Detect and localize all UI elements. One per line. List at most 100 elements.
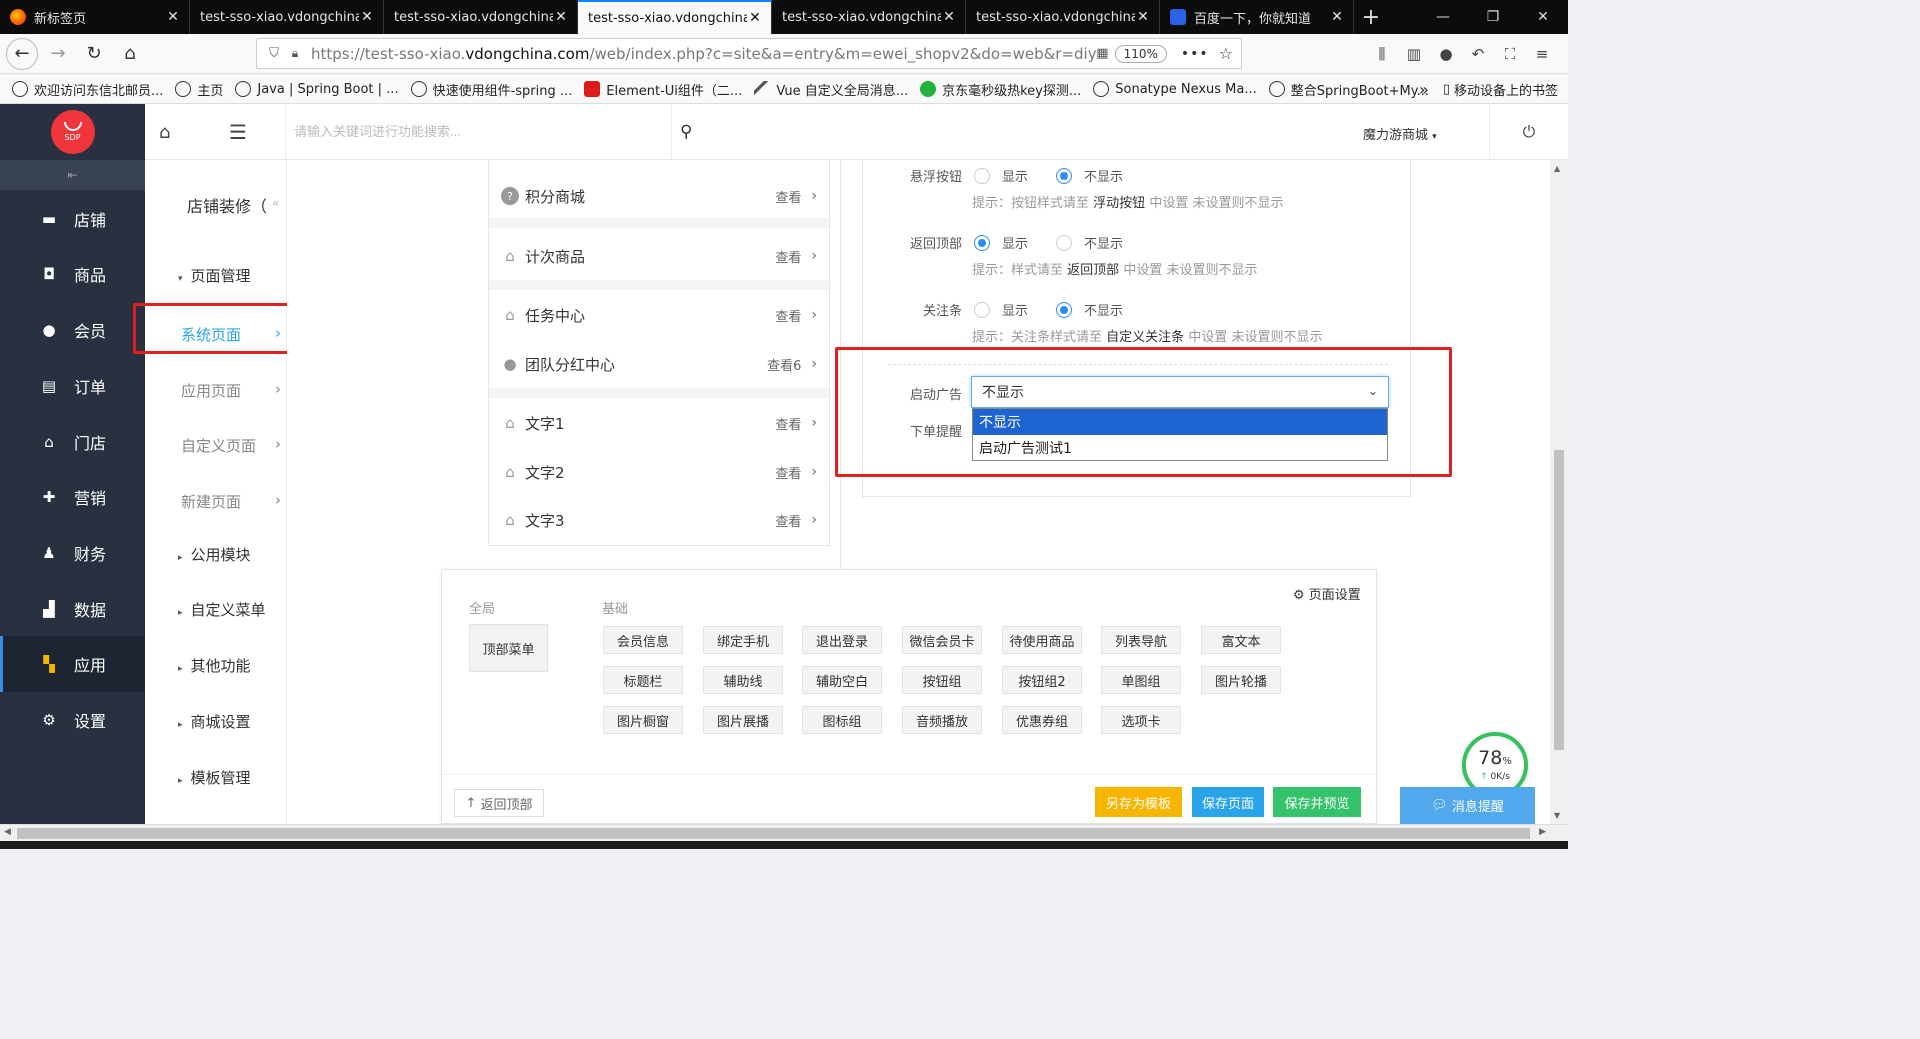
bookmark-item[interactable]: 主页 <box>175 80 223 99</box>
new-tab-button[interactable]: + <box>1354 0 1388 34</box>
scroll-right-icon[interactable]: ▶ <box>1539 827 1546 837</box>
mobile-bookmarks[interactable]: 移动设备上的书签 <box>1454 80 1558 99</box>
message-reminder-button[interactable]: 💬︎ 消息提醒 <box>1400 787 1535 824</box>
shop-switcher[interactable]: 魔力游商城 ▾ <box>1363 124 1437 143</box>
widget-button[interactable]: 辅助空白 <box>802 666 882 694</box>
lock-icon[interactable]: 🔒︎ <box>285 46 305 61</box>
sidebar-item-marketing[interactable]: ✚ 营销 <box>0 469 145 525</box>
browser-tab[interactable]: test-sso-xiao.vdongchina.c ✕ <box>190 0 384 34</box>
widget-button[interactable]: 标题栏 <box>603 666 683 694</box>
horizontal-scrollbar[interactable]: ◀ ▶ <box>0 824 1568 841</box>
back-to-top-button[interactable]: ↑ 返回顶部 <box>454 789 544 817</box>
nav-group-mall-settings[interactable]: ▸ 商城设置 <box>178 711 251 732</box>
browser-tab[interactable]: test-sso-xiao.vdongchina.c ✕ <box>384 0 578 34</box>
sidebar-item-shop[interactable]: ⌂ 门店 <box>0 414 145 470</box>
radio-show[interactable] <box>974 234 990 251</box>
scroll-left-icon[interactable]: ◀ <box>4 827 11 837</box>
widget-button[interactable]: 待使用商品 <box>1002 626 1082 654</box>
list-item[interactable]: ⌂ 文字3 查看 › <box>489 498 829 542</box>
forward-button[interactable]: → <box>42 38 74 70</box>
home-icon[interactable]: ⌂ <box>159 122 170 143</box>
browser-tab-active[interactable]: test-sso-xiao.vdongchina.c ✕ <box>578 0 772 34</box>
widget-button[interactable]: 优惠券组 <box>1002 706 1082 734</box>
close-icon[interactable]: ✕ <box>747 10 763 26</box>
library-icon[interactable]: ⫼ <box>1366 38 1398 70</box>
chevron-right-icon[interactable]: » <box>1419 80 1429 99</box>
widget-button[interactable]: 按钮组2 <box>1002 666 1082 694</box>
page-setting-button[interactable]: ⚙ 页面设置 <box>1293 584 1361 603</box>
widget-button[interactable]: 顶部菜单 <box>469 624 548 672</box>
reload-button[interactable]: ↻ <box>78 38 110 70</box>
crop-icon[interactable]: ⛶ <box>1494 38 1526 70</box>
undo-icon[interactable]: ↶ <box>1462 38 1494 70</box>
hamburger-menu-icon[interactable]: ☰ <box>229 120 247 144</box>
bookmark-item[interactable]: 京东毫秒级热key探测... <box>920 80 1081 99</box>
close-window-icon[interactable]: ✕ <box>1518 0 1568 34</box>
sidebar-item-settings[interactable]: ⚙ 设置 <box>0 692 145 748</box>
logout-icon[interactable]: ⏻ <box>1489 104 1568 160</box>
widget-button[interactable]: 图标组 <box>802 706 882 734</box>
widget-button[interactable]: 退出登录 <box>802 626 882 654</box>
nav-item-custom-pages[interactable]: 自定义页面 › <box>181 435 281 456</box>
url-text[interactable]: https://test-sso-xiao.vdongchina.com/web… <box>311 45 1096 63</box>
sidebar-icon[interactable]: ▥ <box>1398 38 1430 70</box>
save-and-preview-button[interactable]: 保存并预览 <box>1273 787 1361 817</box>
radio-hide[interactable] <box>1056 234 1073 251</box>
list-item[interactable]: ? 积分商城 查看 › <box>489 174 829 218</box>
zoom-level[interactable]: 110% <box>1114 44 1167 63</box>
shield-icon[interactable]: ⛉ <box>263 46 285 61</box>
sidebar-item-apps[interactable]: ▚ 应用 <box>0 636 145 692</box>
scrollbar-thumb[interactable] <box>1554 450 1564 750</box>
list-item[interactable]: ● 团队分红中心 查看6 › <box>489 342 829 386</box>
browser-tab[interactable]: 百度一下，你就知道 ✕ <box>1160 0 1354 34</box>
sidebar-item-order[interactable]: ▤ 订单 <box>0 358 145 414</box>
sidebar-item-goods[interactable]: ◘ 商品 <box>0 246 145 302</box>
browser-tab[interactable]: test-sso-xiao.vdongchina.c ✕ <box>772 0 966 34</box>
nav-group-other-functions[interactable]: ▸ 其他功能 <box>178 655 251 676</box>
home-button[interactable]: ⌂ <box>114 38 146 70</box>
search-input[interactable] <box>286 104 666 158</box>
save-page-button[interactable]: 保存页面 <box>1192 787 1264 817</box>
page-actions-icon[interactable]: ••• <box>1181 46 1209 62</box>
close-icon[interactable]: ✕ <box>359 9 375 25</box>
nav-group-template-management[interactable]: ▸ 模板管理 <box>178 767 251 788</box>
account-icon[interactable]: ● <box>1430 38 1462 70</box>
bookmark-item[interactable]: Vue 自定义全局消息... <box>754 80 908 99</box>
scroll-down-icon[interactable]: ▼ <box>1554 811 1560 820</box>
search-icon[interactable]: ⚲ <box>680 122 692 142</box>
browser-tab[interactable]: 新标签页 ✕ <box>0 0 190 34</box>
widget-button[interactable]: 列表导航 <box>1101 626 1181 654</box>
close-icon[interactable]: ✕ <box>553 9 569 25</box>
collapse-sidebar-icon[interactable]: ⇤ <box>0 160 145 190</box>
widget-button[interactable]: 按钮组 <box>902 666 982 694</box>
list-item[interactable]: ⌂ 文字1 查看 › <box>489 401 829 445</box>
nav-item-new-page[interactable]: 新建页面 › <box>181 491 281 512</box>
scroll-up-icon[interactable]: ▲ <box>1554 164 1560 173</box>
widget-button[interactable]: 单图组 <box>1101 666 1181 694</box>
radio-show[interactable] <box>974 167 990 184</box>
save-as-template-button[interactable]: 另存为模板 <box>1095 787 1182 817</box>
widget-button[interactable]: 会员信息 <box>603 626 683 654</box>
bookmark-item[interactable]: 快速使用组件-spring ... <box>410 80 572 99</box>
list-item[interactable]: ⌂ 计次商品 查看 › <box>489 234 829 278</box>
widget-button[interactable]: 音频播放 <box>902 706 982 734</box>
sidebar-item-data[interactable]: ▟ 数据 <box>0 581 145 637</box>
radio-show[interactable] <box>974 301 990 318</box>
menu-icon[interactable]: ≡ <box>1526 38 1558 70</box>
nav-item-app-pages[interactable]: 应用页面 › <box>181 380 281 401</box>
nav-group-custom-menu[interactable]: ▸ 自定义菜单 <box>178 599 266 620</box>
sidebar-item-finance[interactable]: ♟ 财务 <box>0 525 145 581</box>
bookmark-item[interactable]: 整合SpringBoot+My... <box>1268 80 1429 99</box>
nav-group-page-management[interactable]: ▾ 页面管理 <box>178 265 251 286</box>
bookmark-item[interactable]: 欢迎访问东信北邮员... <box>12 80 163 99</box>
list-item[interactable]: ⌂ 文字2 查看 › <box>489 450 829 494</box>
widget-button[interactable]: 选项卡 <box>1101 706 1181 734</box>
list-item[interactable]: ⌂ 任务中心 查看 › <box>489 293 829 337</box>
radio-hide[interactable] <box>1056 167 1073 184</box>
restore-icon[interactable]: ❐ <box>1468 0 1518 34</box>
close-icon[interactable]: ✕ <box>1135 9 1151 25</box>
bookmark-star-icon[interactable]: ☆ <box>1219 44 1233 63</box>
vertical-scrollbar[interactable]: ▲ ▼ <box>1550 160 1568 824</box>
address-bar[interactable]: ⛉ 🔒︎ https://test-sso-xiao.vdongchina.co… <box>256 38 1242 69</box>
radio-hide[interactable] <box>1056 301 1073 318</box>
